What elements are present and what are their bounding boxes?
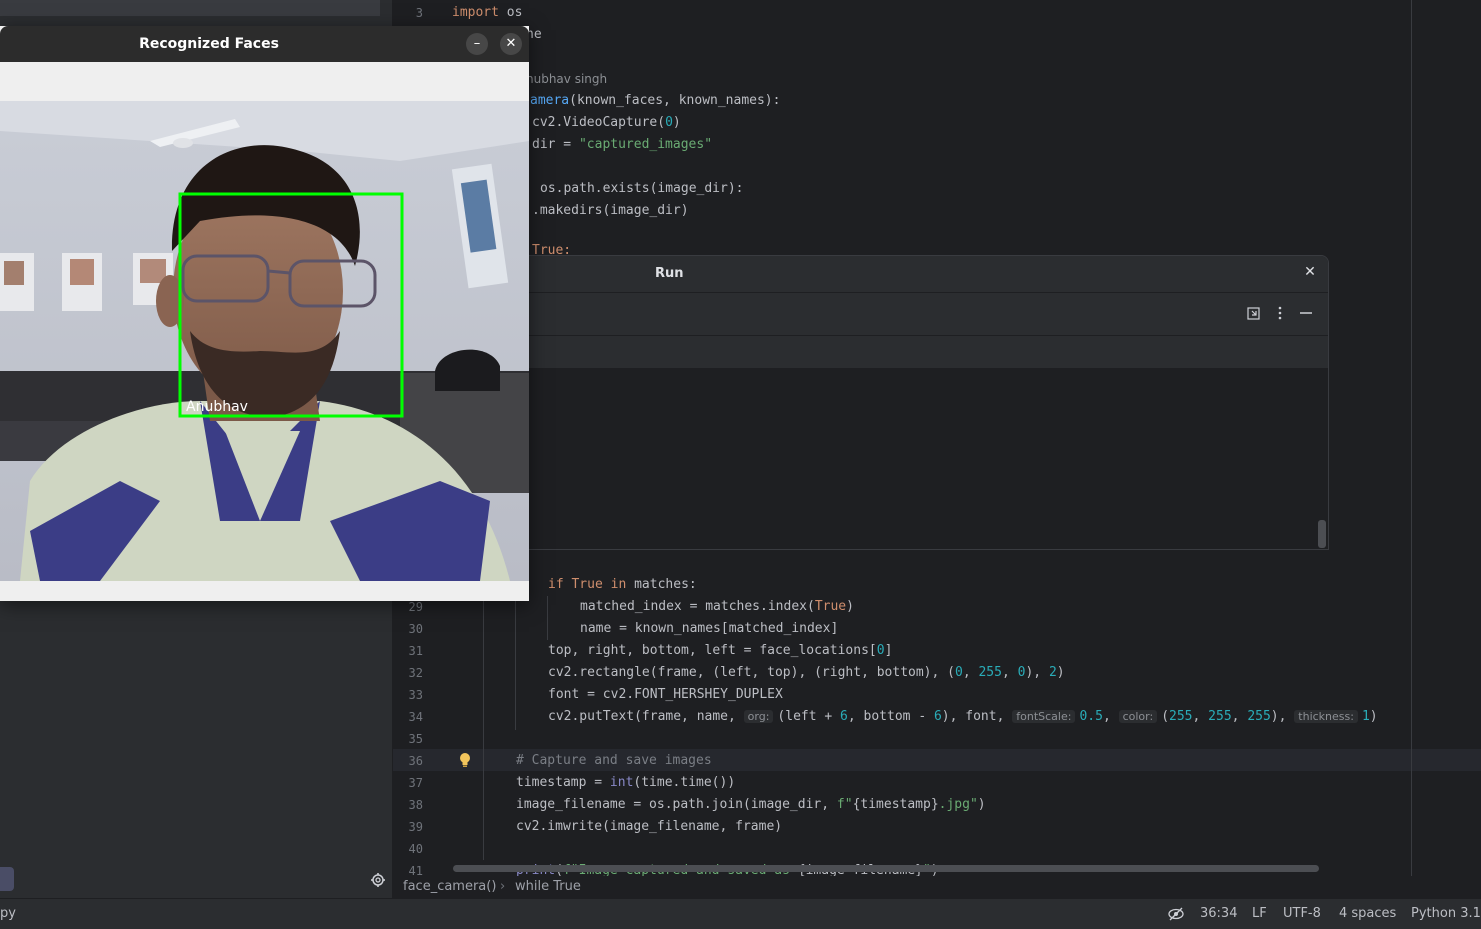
line-number: 32 [408,666,423,680]
line-separator[interactable]: LF [1252,906,1267,921]
line-number: 30 [408,622,423,636]
code-line: # Capture and save images [516,753,712,768]
no-eye-icon[interactable] [1167,906,1185,922]
faces-title-bar[interactable]: Recognized Faces – ✕ [0,26,529,62]
line-number: 33 [408,688,423,702]
status-file[interactable]: py [0,906,16,921]
code-line: os.path.exists(image_dir): [540,181,744,196]
restore-layout-icon[interactable] [1246,305,1262,321]
code-line: cv2.imwrite(image_filename, frame) [516,819,783,834]
code-line: import os [452,2,522,24]
minimize-button[interactable]: – [466,33,488,55]
breadcrumb-item-loop[interactable]: while True [515,879,581,894]
indent-guide [547,596,548,640]
code-text: dir = [532,137,579,152]
line-number: 41 [408,864,423,876]
line-number: 39 [408,820,423,834]
camera-frame-image: Anubhav [0,101,529,581]
code-line: image_filename = os.path.join(image_dir,… [516,797,986,812]
close-button[interactable]: ✕ [500,33,522,55]
param-hint: org: [743,710,774,723]
line-number: 35 [408,732,423,746]
line-number: 36 [408,754,423,768]
line-number: 31 [408,644,423,658]
function-name: amera [530,93,570,108]
breadcrumb-item-function[interactable]: face_camera() [403,879,496,894]
code-line: cv2.VideoCapture(0) [532,112,681,134]
window-title: Recognized Faces [139,36,279,52]
file-encoding[interactable]: UTF-8 [1283,906,1321,921]
gear-icon[interactable] [370,872,386,888]
run-tool-window: Run ✕ [514,255,1329,550]
vertical-scrollbar[interactable] [1318,520,1326,548]
breadcrumb-separator: › [500,879,506,894]
panel-toggle-button[interactable] [0,867,14,891]
code-line: dir = "captured_images" [532,134,712,156]
code-line: cv2.rectangle(frame, (left, top), (right… [548,665,1065,680]
code-line: font = cv2.FONT_HERSHEY_DUPLEX [548,687,783,702]
string-literal: "captured_images" [578,137,713,152]
code-line: amera(known_faces, known_names): [530,90,780,112]
lightbulb-icon[interactable] [459,752,471,768]
param-hint: color: [1118,710,1158,723]
close-icon[interactable]: ✕ [1303,265,1317,279]
code-line: matched_index = matches.index(True) [580,599,854,614]
run-console[interactable] [515,368,1328,549]
run-title-bar[interactable]: Run ✕ [515,256,1328,293]
more-options-icon[interactable] [1272,305,1288,321]
line-number: 38 [408,798,423,812]
faces-footer [0,581,529,601]
code-text: os [498,5,523,20]
param-hint: fontScale: [1012,710,1076,723]
face-label: Anubhav [186,399,248,415]
code-line: name = known_names[matched_index] [580,621,839,636]
code-line: cv2.putText(frame, name, org: (left + 6, … [548,709,1378,724]
faces-toolbar [0,62,529,101]
run-toolbar [515,293,1328,336]
number-literal: 0 [665,115,673,130]
breadcrumb: face_camera() › while True [393,876,1481,898]
run-title: Run [655,266,684,281]
right-margin-guide [1411,0,1412,876]
code-text: ) [672,115,681,130]
line-number: 40 [408,842,423,856]
python-interpreter[interactable]: Python 3.11 [1411,906,1481,921]
indent-setting[interactable]: 4 spaces [1339,906,1396,921]
code-line: if True in matches: [548,577,697,592]
code-line: top, right, bottom, left = face_location… [548,643,893,658]
author-hint: nubhav singh [526,72,608,86]
recognized-faces-window: Recognized Faces – ✕ Anubhav [0,26,529,601]
line-number: 34 [408,710,423,724]
code-line: .makedirs(image_dir) [532,203,689,218]
indent-guide [483,560,484,860]
project-panel-header[interactable] [0,0,380,16]
run-tabs-bar [515,336,1328,368]
line-number: 37 [408,776,423,790]
code-text: (known_faces, known_names): [569,93,781,108]
status-bar: py 36:34 LF UTF-8 4 spaces Python 3.11 [0,898,1481,929]
keyword: import [452,5,499,20]
code-text: cv2.VideoCapture( [532,115,666,130]
code-line: timestamp = int(time.time()) [516,775,736,790]
minimize-icon[interactable] [1298,305,1314,321]
line-number: 3 [415,6,423,20]
horizontal-scrollbar[interactable] [453,865,1319,872]
cursor-position[interactable]: 36:34 [1200,906,1237,921]
param-hint: thickness: [1294,710,1358,723]
